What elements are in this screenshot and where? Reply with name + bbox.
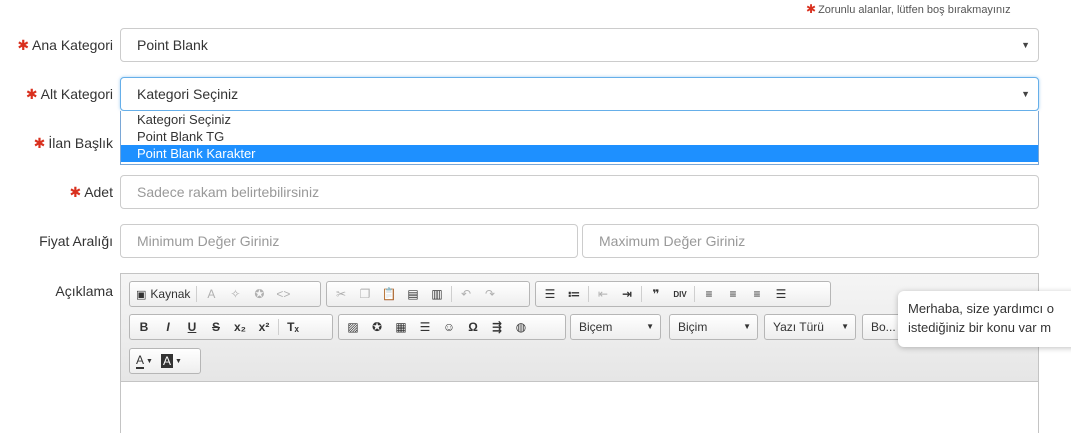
toolbar-group-basicstyles: B I U S x₂ x² Tₓ [129,314,333,340]
required-star-icon: ✱ [806,2,817,16]
page-break-icon[interactable]: ⇶ [485,316,509,338]
cut-icon[interactable]: ✂ [329,283,353,305]
toolbar-separator [588,286,589,302]
bulleted-list-icon[interactable]: ≔ [562,283,586,305]
paste-word-icon[interactable]: ▥ [425,283,449,305]
subscript-icon[interactable]: x₂ [228,316,252,338]
toolbar-separator [451,286,452,302]
table-icon[interactable]: ▦ [389,316,413,338]
adet-input[interactable]: Sadece rakam belirtebilirsiniz [120,175,1039,209]
remove-format-icon[interactable]: Tₓ [281,316,305,338]
toolbar-separator [694,286,695,302]
alt-kategori-label: ✱ Alt Kategori [25,86,113,102]
chat-message-line: Merhaba, size yardımcı o [908,301,1054,316]
undo-icon[interactable]: ↶ [454,283,478,305]
iframe-icon[interactable]: ◍ [509,316,533,338]
blockquote-icon[interactable]: ❞ [644,283,668,305]
chat-tooltip[interactable]: Merhaba, size yardımcı o istediğiniz bir… [898,291,1071,347]
adet-label: ✱ Adet [69,184,113,200]
required-fields-note: ✱ Zorunlu alanlar, lütfen boş bırakmayını… [806,2,1011,16]
special-char-icon[interactable]: Ω [461,316,485,338]
dropdown-arrow-icon: ▼ [1021,89,1030,99]
dropdown-arrow-icon: ▼ [1021,40,1030,50]
toolbar-group-insert: ▨ ✪ ▦ ☰ ☺ Ω ⇶ ◍ [338,314,566,340]
combo-arrow-icon: ▼ [841,322,849,331]
toolbar-group-colors: A ▼ A ▼ [129,348,201,374]
align-center-icon[interactable]: ≡ [721,283,745,305]
strikethrough-icon[interactable]: S [204,316,228,338]
copy-icon[interactable]: ❐ [353,283,377,305]
indent-icon[interactable]: ⇥ [615,283,639,305]
div-container-icon[interactable]: DIV [668,283,692,305]
alt-kategori-select[interactable]: Kategori Seçiniz ▼ [120,77,1039,111]
source-icon: ▣ [136,288,147,301]
align-justify-icon[interactable]: ☰ [769,283,793,305]
horizontal-line-icon[interactable]: ☰ [413,316,437,338]
option-point-blank-karakter[interactable]: Point Blank Karakter [121,145,1038,162]
align-right-icon[interactable]: ≡ [745,283,769,305]
select-all-icon[interactable]: A [199,283,223,305]
image-icon[interactable]: ▨ [341,316,365,338]
numbered-list-icon[interactable]: ☰ [538,283,562,305]
combo-arrow-icon: ▼ [646,322,654,331]
replace-icon[interactable]: ✪ [247,283,271,305]
alt-kategori-options[interactable]: Kategori Seçiniz Point Blank TG Point Bl… [120,111,1039,165]
max-fiyat-input[interactable]: Maximum Değer Giriniz [582,224,1039,258]
toolbar-group-document: ▣ Kaynak A ✧ ✪ <> [129,281,321,307]
combo-arrow-icon: ▼ [743,322,751,331]
min-fiyat-input[interactable]: Minimum Değer Giriniz [120,224,578,258]
outdent-icon[interactable]: ⇤ [591,283,615,305]
paste-text-icon[interactable]: ▤ [401,283,425,305]
option-kategori-seciniz[interactable]: Kategori Seçiniz [121,111,1038,128]
toolbar-separator [641,286,642,302]
chat-message-line: istediğiniz bir konu var m [908,320,1052,335]
smiley-icon[interactable]: ☺ [437,316,461,338]
style-combo[interactable]: Biçim ▼ [669,314,758,340]
find-icon[interactable]: ✧ [223,283,247,305]
required-star-icon: ✱ [25,86,38,102]
italic-icon[interactable]: I [156,316,180,338]
bold-icon[interactable]: B [132,316,156,338]
editor-content-area[interactable] [121,382,1038,434]
toolbar-separator [278,319,279,335]
option-point-blank-tg[interactable]: Point Blank TG [121,128,1038,145]
font-combo[interactable]: Yazı Türü ▼ [764,314,856,340]
toolbar-group-paragraph: ☰ ≔ ⇤ ⇥ ❞ DIV ≡ ≡ ≡ ☰ [535,281,831,307]
aciklama-label: Açıklama [55,283,113,299]
ilan-baslik-label: ✱ İlan Başlık [33,135,113,151]
redo-icon[interactable]: ↷ [478,283,502,305]
format-combo[interactable]: Biçem ▼ [570,314,661,340]
required-star-icon: ✱ [33,135,46,151]
background-color-icon[interactable]: A ▼ [157,350,186,372]
ana-kategori-label: ✱ Ana Kategori [17,37,113,53]
ana-kategori-select[interactable]: Point Blank ▼ [120,28,1039,62]
required-note-text: Zorunlu alanlar, lütfen boş bırakmayınız [818,4,1011,16]
flash-icon[interactable]: ✪ [365,316,389,338]
underline-icon[interactable]: U [180,316,204,338]
required-star-icon: ✱ [69,184,82,200]
toolbar-group-clipboard: ✂ ❐ 📋 ▤ ▥ ↶ ↷ [326,281,530,307]
required-star-icon: ✱ [17,37,30,53]
code-icon[interactable]: <> [271,283,295,305]
fiyat-araligi-label: Fiyat Aralığı [39,233,113,249]
paste-icon[interactable]: 📋 [377,283,401,305]
text-color-icon[interactable]: A ▼ [132,350,157,372]
superscript-icon[interactable]: x² [252,316,276,338]
align-left-icon[interactable]: ≡ [697,283,721,305]
source-button[interactable]: ▣ Kaynak [132,283,194,305]
toolbar-separator [196,286,198,302]
